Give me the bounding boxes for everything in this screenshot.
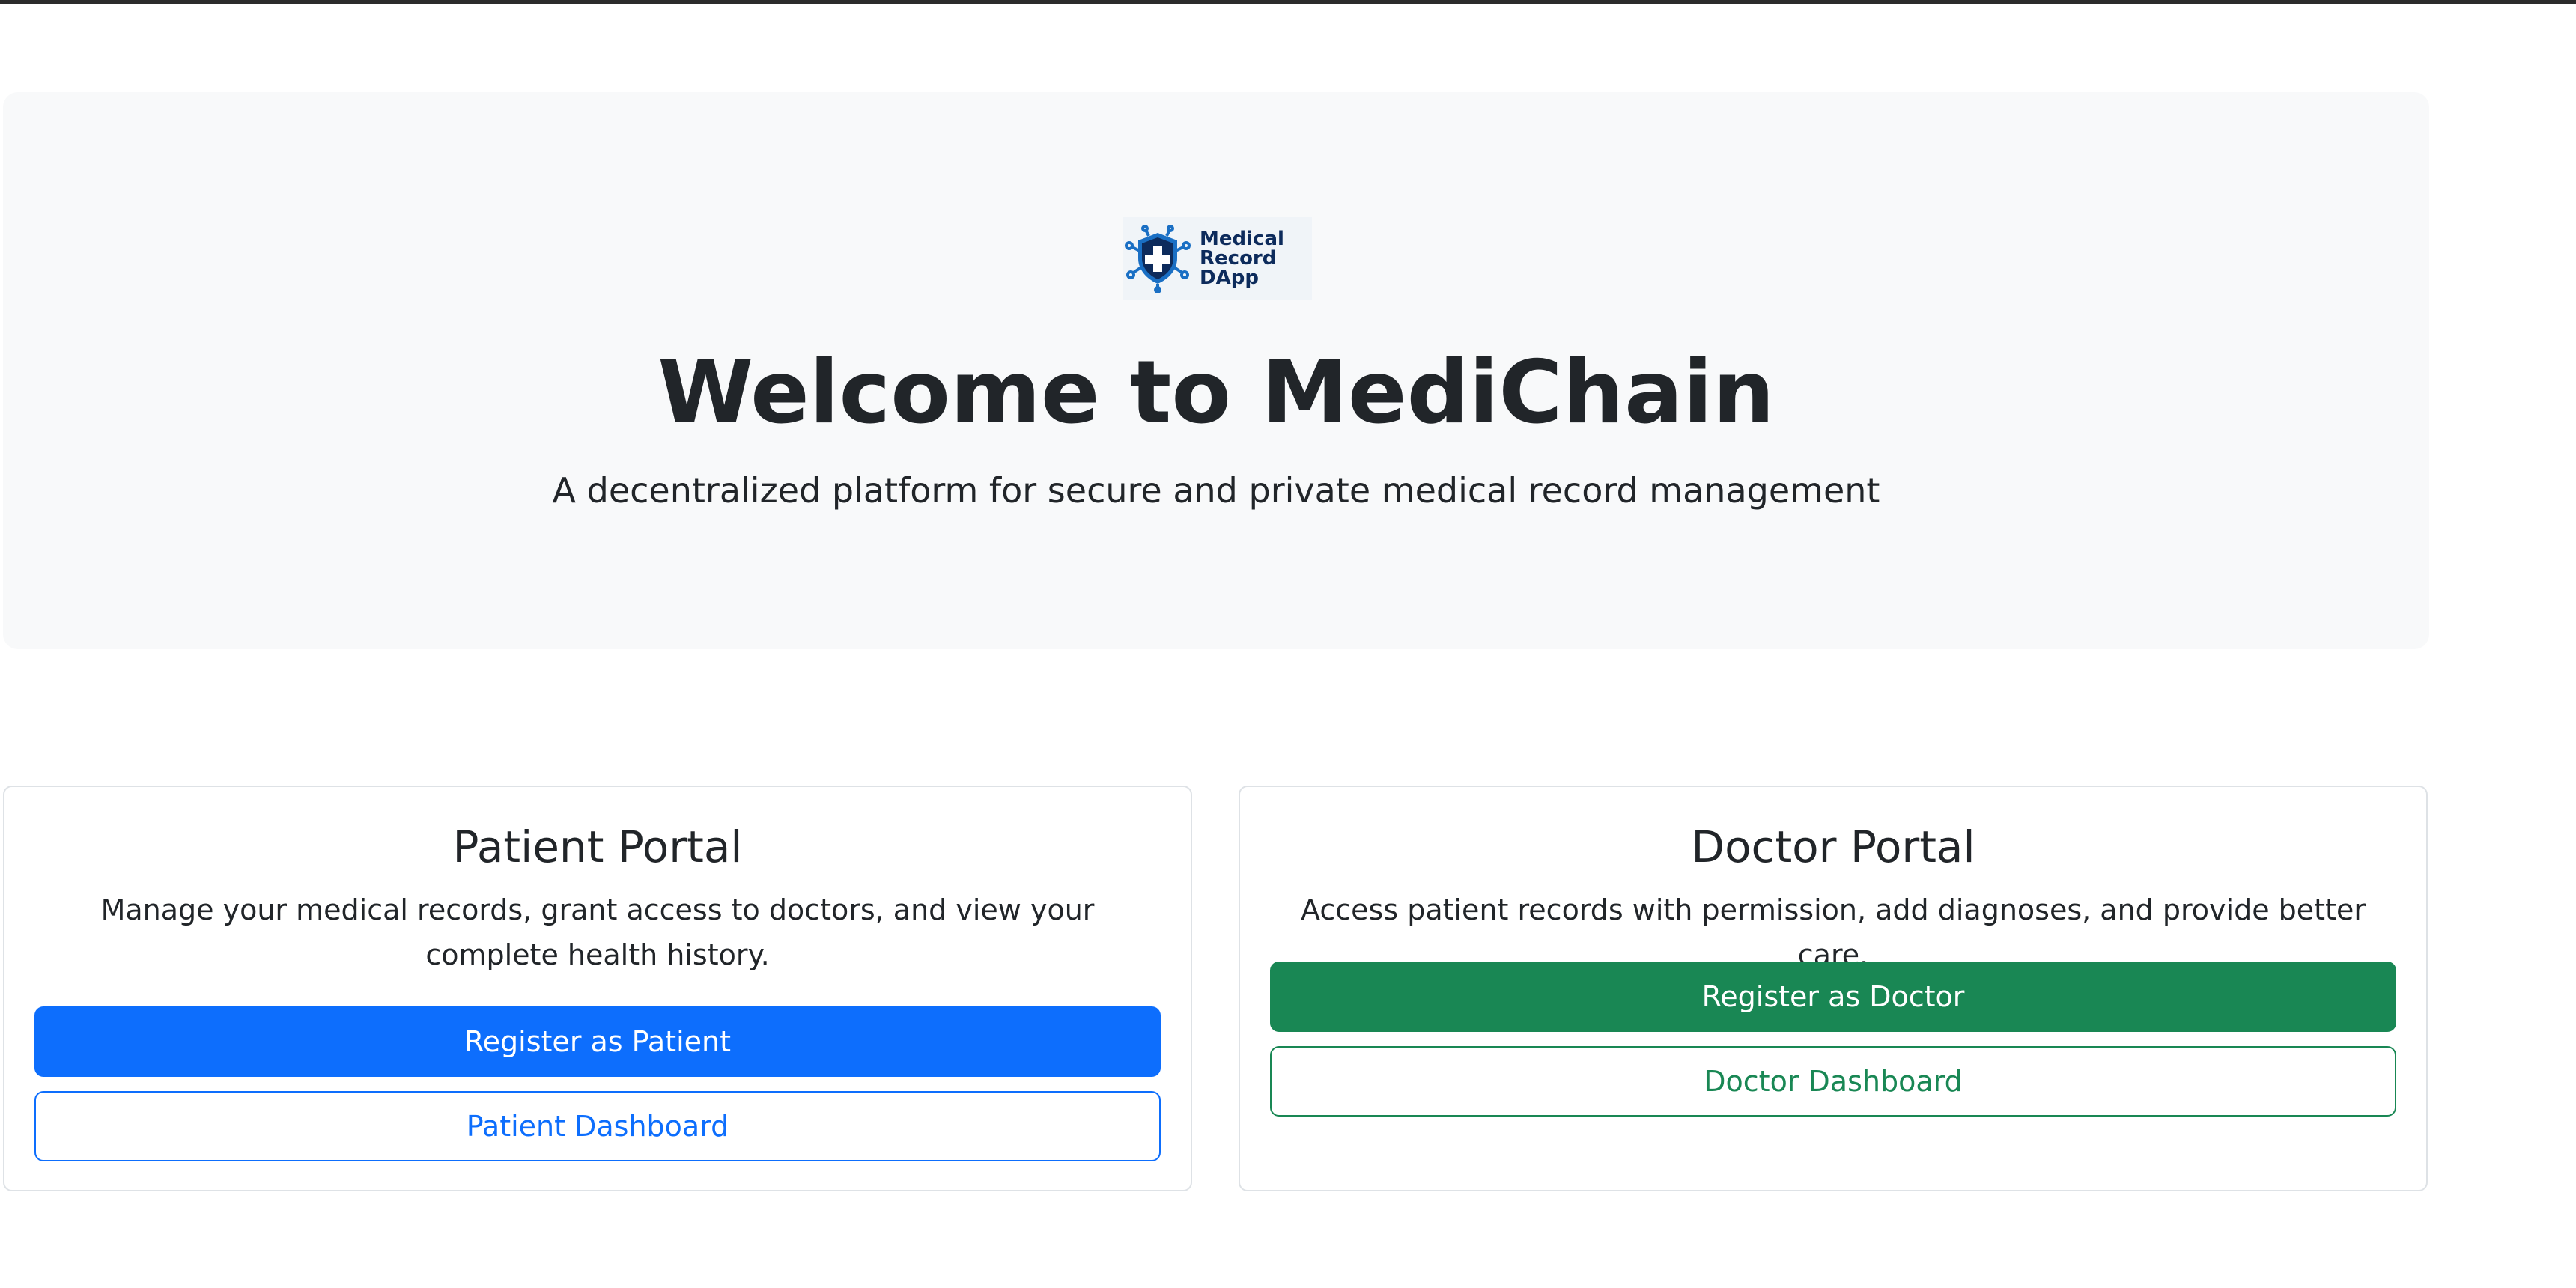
register-doctor-button[interactable]: Register as Doctor	[1270, 962, 2396, 1032]
window-top-border	[0, 0, 2576, 4]
patient-portal-description: Manage your medical records, grant acces…	[100, 893, 1095, 971]
patient-dashboard-button[interactable]: Patient Dashboard	[34, 1091, 1161, 1161]
patient-portal-title: Patient Portal	[452, 821, 743, 872]
logo-text-line-1: Medical	[1200, 228, 1284, 250]
doctor-portal-card: Doctor Portal Access patient records wit…	[1239, 786, 2428, 1191]
logo-text-line-2: Record	[1200, 247, 1277, 270]
doctor-dashboard-button[interactable]: Doctor Dashboard	[1270, 1046, 2396, 1117]
page-subtitle: A decentralized platform for secure and …	[552, 470, 1880, 511]
shield-medical-icon	[1123, 224, 1192, 293]
app-logo: Medical Record DApp	[1123, 217, 1312, 300]
register-patient-button[interactable]: Register as Patient	[34, 1006, 1161, 1077]
patient-portal-card: Patient Portal Manage your medical recor…	[3, 786, 1192, 1191]
page-title: Welcome to MediChain	[657, 342, 1775, 443]
doctor-portal-title: Doctor Portal	[1691, 821, 1975, 872]
logo-text-line-3: DApp	[1200, 267, 1259, 289]
logo-wordmark: Medical Record DApp	[1200, 229, 1284, 288]
